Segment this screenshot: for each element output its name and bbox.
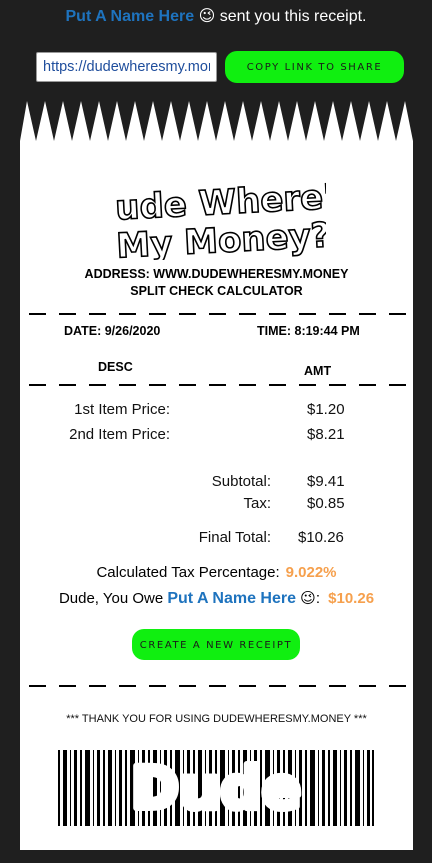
- tax-percentage-label: Calculated Tax Percentage:: [96, 564, 280, 581]
- item-label: 1st Item Price:: [74, 401, 170, 418]
- final-total-amount: $10.26: [298, 529, 344, 546]
- calculator-name: SPLIT CHECK CALCULATOR: [130, 284, 303, 298]
- owe-colon: :: [315, 590, 320, 607]
- item-amount: $1.20: [307, 401, 345, 418]
- owe-prefix: Dude, You Owe: [58, 590, 164, 607]
- tax-label: Tax:: [243, 495, 271, 512]
- wink-emoji-icon: 😉: [198, 8, 216, 25]
- divider-line: [29, 384, 411, 386]
- subtotal-amount: $9.41: [307, 473, 345, 490]
- copy-link-button[interactable]: COPY LINK TO SHARE: [225, 51, 404, 83]
- barcode-image: Dude: [58, 750, 374, 826]
- divider-line: [29, 685, 411, 687]
- divider-line: [29, 313, 411, 315]
- create-new-receipt-button[interactable]: CREATE A NEW RECEIPT: [132, 629, 300, 660]
- owe-line: Dude, You Owe Put A Name Here 😉: $10.26: [20, 589, 413, 608]
- tax-amount: $0.85: [307, 495, 345, 512]
- sender-name: Put A Name Here: [65, 8, 195, 25]
- receipt-paper: Dude Where's My Money? ADDRESS: WWW.DUDE…: [20, 96, 413, 850]
- owe-amount: $10.26: [328, 590, 375, 607]
- item-amount: $8.21: [307, 426, 345, 443]
- receipt-date: DATE: 9/26/2020: [64, 324, 161, 338]
- column-desc: DESC: [98, 360, 133, 374]
- receipt-address: ADDRESS: WWW.DUDEWHERESMY.MONEY: [84, 267, 349, 281]
- tax-percentage-value: 9.022%: [285, 564, 337, 581]
- sent-message: sent you this receipt.: [219, 8, 367, 25]
- thank-you-message: *** THANK YOU FOR USING DUDEWHERESMY.MON…: [66, 713, 367, 725]
- item-label: 2nd Item Price:: [69, 426, 170, 443]
- share-url-input[interactable]: [36, 52, 217, 82]
- wink-emoji-icon: 😉: [300, 590, 316, 607]
- share-row: COPY LINK TO SHARE: [36, 51, 404, 83]
- tax-percentage-line: Calculated Tax Percentage: 9.022%: [20, 564, 413, 581]
- receipt-header: Put A Name Here 😉 sent you this receipt.: [0, 6, 432, 26]
- owe-name: Put A Name Here: [167, 590, 296, 607]
- barcode-overlay-text: Dude: [131, 754, 301, 822]
- dude-wheres-my-money-logo: Dude Where's My Money?: [116, 175, 326, 260]
- final-total-label: Final Total:: [198, 529, 271, 546]
- receipt-time: TIME: 8:19:44 PM: [257, 324, 360, 338]
- column-amt: AMT: [304, 364, 332, 378]
- subtotal-label: Subtotal:: [211, 473, 271, 490]
